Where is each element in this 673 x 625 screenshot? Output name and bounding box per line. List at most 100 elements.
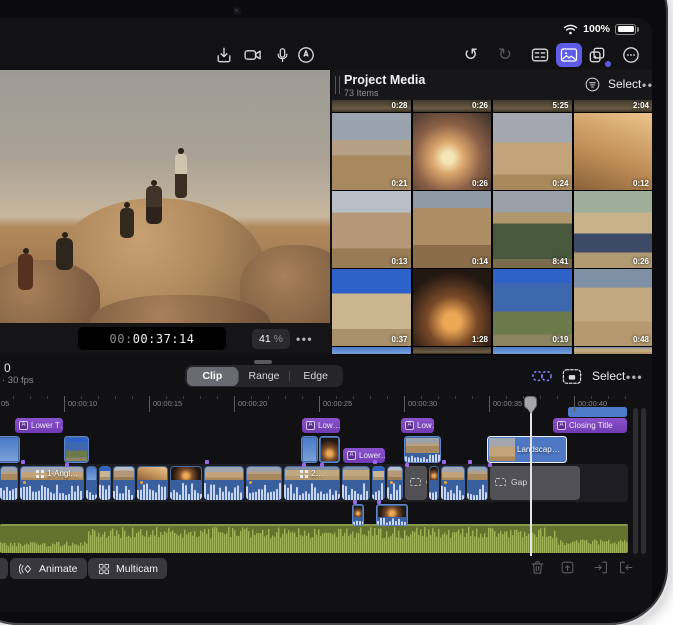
pencil-tool-icon[interactable] [293,43,319,67]
clip-waveform [284,480,340,500]
duration-badge: 8:41 [552,257,568,266]
mode-tab-range[interactable]: Range [238,367,290,386]
split-clip-icon[interactable] [559,559,577,577]
cutoff-footer-button[interactable] [0,558,8,579]
selected-connected-clip[interactable]: Landscap… [487,436,567,463]
connected-audio-clip[interactable] [352,504,364,526]
title-clip[interactable]: ALower T… [15,418,63,433]
media-thumbnail[interactable] [493,347,572,354]
timeline-clip[interactable] [387,466,403,500]
browser-overlay-icon[interactable] [560,366,584,386]
more-menu-icon[interactable] [618,43,644,67]
media-thumbnail[interactable] [332,347,411,354]
music-clip[interactable] [0,524,628,553]
zoom-level-control[interactable]: 41 % [252,329,290,349]
insert-right-icon[interactable] [617,559,635,577]
person-silhouette [146,186,162,224]
effects-icon[interactable] [584,43,610,67]
timeline-clip[interactable] [342,466,370,500]
clip-thumbnail [171,467,201,480]
connected-storyline-bar[interactable] [568,407,627,417]
redo-icon[interactable]: ↻ [492,43,518,67]
timeline-select-button[interactable]: Select [592,369,625,383]
media-thumbnail[interactable]: 0:26 [574,191,653,268]
media-thumbnail[interactable]: 8:41 [493,191,572,268]
media-browser-icon[interactable] [556,43,582,67]
timeline-drag-handle[interactable] [254,360,272,364]
multicam-button[interactable]: Multicam [88,558,167,579]
timeline-clip[interactable]: 2… [284,466,340,500]
media-thumbnail[interactable]: 0:19 [493,269,572,346]
gap-clip[interactable]: G… [405,466,427,500]
connected-audio-clip[interactable] [376,504,408,526]
connected-clip[interactable] [301,436,318,463]
timeline-clip[interactable] [429,466,439,500]
ruler-label: 00:00:15 [153,399,182,408]
media-more-button[interactable]: ••• [642,78,652,92]
timeline-scrollbar[interactable] [633,408,638,554]
inspector-icon[interactable] [527,43,553,67]
media-thumbnail[interactable]: 0:26 [413,113,492,190]
timeline-clip[interactable] [204,466,244,500]
mode-tab-clip[interactable]: Clip [187,367,239,386]
media-thumbnail[interactable] [574,347,653,354]
timeline-clip[interactable] [441,466,465,500]
media-thumbnail[interactable]: 2:04 [574,100,653,112]
media-thumbnail[interactable]: 1:28 [413,269,492,346]
panel-resize-handle[interactable] [335,76,340,94]
zoom-unit: % [274,333,283,345]
viewer-more-button[interactable]: ••• [296,332,313,346]
timeline-clip[interactable] [113,466,135,500]
title-clip[interactable]: ALower… [343,448,385,463]
timecode-display[interactable]: 00:00:37:14 [78,327,226,350]
playhead-line[interactable] [530,396,532,556]
timeline-clip[interactable] [86,466,97,500]
mode-tab-edge[interactable]: Edge [290,367,342,386]
media-thumbnail[interactable] [413,347,492,354]
media-thumbnail[interactable]: 0:48 [574,269,653,346]
timeline-clip[interactable] [467,466,488,500]
timeline-scrollbar[interactable] [641,408,646,554]
delete-clip-icon[interactable] [529,559,547,577]
media-thumbnail[interactable]: 0:26 [413,100,492,112]
camera-icon[interactable] [240,43,266,67]
playhead-handle[interactable] [524,396,537,415]
clip-waveform [377,517,407,525]
animate-button[interactable]: Animate [10,558,87,579]
title-clip[interactable]: AClosing Title [553,418,627,433]
connected-clip[interactable] [0,436,20,463]
jog-wheel-icon[interactable] [530,366,554,386]
timeline-more-button[interactable]: ••• [626,370,643,384]
undo-icon[interactable]: ↺ [458,43,484,67]
title-clip[interactable]: ALow… [302,418,340,433]
media-thumbnail[interactable]: 0:28 [332,100,411,112]
duration-badge: 0:24 [552,179,568,188]
microphone-icon[interactable] [269,43,295,67]
timeline-clip[interactable] [372,466,385,500]
media-thumbnail[interactable]: 5:25 [493,100,572,112]
media-thumbnail[interactable]: 0:14 [413,191,492,268]
timeline-clip[interactable] [137,466,168,500]
timeline-clip[interactable] [170,466,202,500]
timeline-clip[interactable] [246,466,282,500]
connected-clip[interactable] [64,436,89,463]
zoom-value: 41 [259,333,271,345]
insert-left-icon[interactable] [593,559,611,577]
filter-icon[interactable] [584,76,601,93]
media-thumbnail[interactable]: 0:21 [332,113,411,190]
timeline-clip[interactable] [99,466,111,500]
media-thumbnail[interactable]: 0:24 [493,113,572,190]
duration-badge: 0:26 [633,257,649,266]
timeline-clip[interactable]: 1-Angl… [20,466,84,500]
media-thumbnail[interactable]: 0:12 [574,113,653,190]
media-thumbnail[interactable]: 0:37 [332,269,411,346]
gap-clip[interactable]: Gap [490,466,580,500]
media-thumbnail[interactable]: 0:13 [332,191,411,268]
media-select-button[interactable]: Select [608,77,641,91]
connected-clip[interactable] [319,436,340,463]
timeline-clip[interactable] [0,466,18,500]
connected-clip[interactable] [404,436,441,463]
import-icon[interactable] [211,43,237,67]
title-clip[interactable]: ALow… [401,418,434,433]
title-badge-icon: A [405,421,414,430]
